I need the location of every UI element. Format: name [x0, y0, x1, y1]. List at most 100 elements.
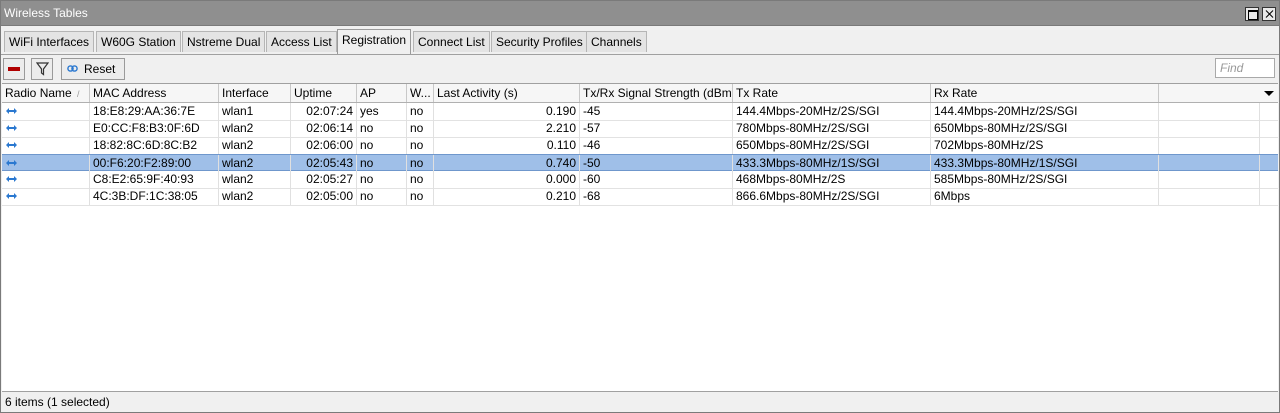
cell-uptime: 02:05:43	[291, 155, 357, 172]
tab-nstreme-dual[interactable]: Nstreme Dual	[182, 31, 266, 52]
maximize-icon[interactable]	[1245, 7, 1259, 21]
radio-link-icon	[6, 193, 17, 199]
reset-button[interactable]: Reset	[61, 58, 125, 80]
col-interface[interactable]: Interface	[219, 84, 291, 102]
col-wds[interactable]: W...	[407, 84, 434, 102]
col-uptime[interactable]: Uptime	[291, 84, 357, 102]
tab-access-list[interactable]: Access List	[266, 31, 337, 52]
window-title: Wireless Tables	[4, 6, 88, 20]
cell-signal: -46	[580, 137, 733, 154]
cell-mac: C8:E2:65:9F:40:93	[90, 171, 219, 188]
status-text: 6 items (1 selected)	[5, 395, 110, 409]
col-last-activity[interactable]: Last Activity (s)	[434, 84, 580, 102]
cell-rx-rate: 585Mbps-80MHz/2S/SGI	[931, 171, 1159, 188]
cell-interface: wlan1	[219, 103, 291, 120]
radio-link-icon	[6, 108, 17, 114]
cell-signal: -57	[580, 120, 733, 137]
cell-ap: no	[357, 171, 407, 188]
find-input[interactable]	[1215, 58, 1275, 78]
cell-tx-rate: 468Mbps-80MHz/2S	[733, 171, 931, 188]
cell-radio-name	[2, 120, 90, 137]
cell-signal: -50	[580, 155, 733, 172]
col-mac-address[interactable]: MAC Address	[90, 84, 219, 102]
filter-icon	[36, 62, 49, 76]
cell-ap: no	[357, 137, 407, 154]
cell-filler	[1159, 103, 1260, 120]
table-row[interactable]: 00:F6:20:F2:89:00 wlan2 02:05:43 no no 0.740-…	[2, 154, 1278, 172]
tab-channels[interactable]: Channels	[586, 31, 647, 52]
sort-indicator-icon: /	[77, 89, 80, 99]
tab-registration[interactable]: Registration	[337, 29, 412, 54]
toolbar: Reset	[1, 55, 1279, 82]
cell-filler	[1159, 188, 1260, 205]
cell-ap: no	[357, 188, 407, 205]
cell-radio-name	[2, 155, 90, 172]
radio-link-icon	[6, 142, 17, 148]
cell-ap: yes	[357, 103, 407, 120]
remove-icon	[8, 67, 20, 71]
table-row[interactable]: E0:CC:F8:B3:0F:6D wlan2 02:06:14 no no 2.210-…	[2, 120, 1278, 138]
remove-button[interactable]	[3, 58, 25, 80]
col-radio-name-label: Radio Name	[5, 86, 72, 100]
wireless-tables-window: Wireless Tables WiFi Interfaces W60G Sta…	[0, 0, 1280, 413]
cell-last-activity: 0.740	[434, 155, 580, 172]
cell-ap: no	[357, 120, 407, 137]
cell-mac: 4C:3B:DF:1C:38:05	[90, 188, 219, 205]
cell-last-activity: 0.190	[434, 103, 580, 120]
column-menu-dropdown-icon[interactable]	[1260, 84, 1278, 102]
cell-uptime: 02:06:14	[291, 120, 357, 137]
col-radio-name[interactable]: Radio Name /	[2, 84, 90, 102]
cell-signal: -68	[580, 188, 733, 205]
tab-bar: WiFi Interfaces W60G Station Nstreme Dua…	[1, 26, 1279, 55]
cell-tx-rate: 866.6Mbps-80MHz/2S/SGI	[733, 188, 931, 205]
registration-table: Radio Name / MAC Address Interface Uptime…	[2, 83, 1278, 392]
cell-interface: wlan2	[219, 155, 291, 172]
cell-radio-name	[2, 103, 90, 120]
cell-wds: no	[407, 137, 434, 154]
cell-tx-rate: 650Mbps-80MHz/2S/SGI	[733, 137, 931, 154]
cell-uptime: 02:07:24	[291, 103, 357, 120]
table-row[interactable]: C8:E2:65:9F:40:93 wlan2 02:05:27 no no 0.000-…	[2, 171, 1278, 189]
tab-w60g-station[interactable]: W60G Station	[96, 31, 181, 52]
cell-filler	[1159, 171, 1260, 188]
cell-rx-rate: 6Mbps	[931, 188, 1159, 205]
table-row[interactable]: 4C:3B:DF:1C:38:05 wlan2 02:05:00 no no 0.210-…	[2, 188, 1278, 206]
cell-rx-rate: 144.4Mbps-20MHz/2S/SGI	[931, 103, 1159, 120]
cell-wds: no	[407, 188, 434, 205]
cell-mac: 18:E8:29:AA:36:7E	[90, 103, 219, 120]
col-tx-rate[interactable]: Tx Rate	[733, 84, 931, 102]
radio-link-icon	[6, 176, 17, 182]
col-signal-strength[interactable]: Tx/Rx Signal Strength (dBm)	[580, 84, 733, 102]
tab-connect-list[interactable]: Connect List	[413, 31, 490, 52]
filter-button[interactable]	[31, 58, 53, 80]
cell-tx-rate: 144.4Mbps-20MHz/2S/SGI	[733, 103, 931, 120]
table-row[interactable]: 18:E8:29:AA:36:7E wlan1 02:07:24 yes no 0.190…	[2, 103, 1278, 121]
cell-last-activity: 0.000	[434, 171, 580, 188]
cell-rx-rate: 650Mbps-80MHz/2S/SGI	[931, 120, 1159, 137]
cell-uptime: 02:06:00	[291, 137, 357, 154]
cell-rx-rate: 702Mbps-80MHz/2S	[931, 137, 1159, 154]
cell-last-activity: 2.210	[434, 120, 580, 137]
cell-interface: wlan2	[219, 137, 291, 154]
cell-last-activity: 0.110	[434, 137, 580, 154]
cell-mac: 18:82:8C:6D:8C:B2	[90, 137, 219, 154]
cell-tx-rate: 780Mbps-80MHz/2S/SGI	[733, 120, 931, 137]
cell-uptime: 02:05:00	[291, 188, 357, 205]
cell-last-activity: 0.210	[434, 188, 580, 205]
cell-radio-name	[2, 137, 90, 154]
title-bar[interactable]: Wireless Tables	[1, 1, 1279, 26]
table-row[interactable]: 18:82:8C:6D:8C:B2 wlan2 02:06:00 no no 0.110-…	[2, 137, 1278, 155]
cell-filler	[1159, 120, 1260, 137]
cell-interface: wlan2	[219, 188, 291, 205]
cell-mac: E0:CC:F8:B3:0F:6D	[90, 120, 219, 137]
col-ap[interactable]: AP	[357, 84, 407, 102]
cell-interface: wlan2	[219, 120, 291, 137]
tab-security-profiles[interactable]: Security Profiles	[491, 31, 588, 52]
close-icon[interactable]	[1262, 7, 1276, 21]
tab-wifi-interfaces[interactable]: WiFi Interfaces	[4, 31, 95, 52]
col-rx-rate[interactable]: Rx Rate	[931, 84, 1159, 102]
cell-wds: no	[407, 120, 434, 137]
radio-link-icon	[6, 125, 17, 131]
cell-signal: -45	[580, 103, 733, 120]
cell-interface: wlan2	[219, 171, 291, 188]
